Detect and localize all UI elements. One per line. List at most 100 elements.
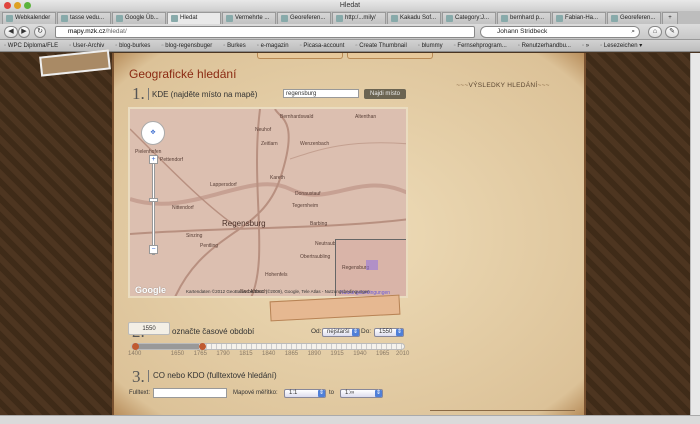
zoom-slider[interactable] [152, 155, 155, 255]
overview-viewport[interactable] [366, 260, 378, 270]
slider-tick-label: 1840 [262, 351, 276, 357]
home-button[interactable]: ⌂ [648, 26, 662, 38]
bookmark-item[interactable]: blog-regensbuger [161, 40, 212, 51]
map-town-label: Barbing [310, 221, 328, 227]
year-bubble: 1550 [128, 322, 170, 335]
slider-tick-label: 1915 [330, 351, 344, 357]
slider-tick-label: 2010 [396, 351, 410, 357]
map-town-label: Altenthan [355, 114, 377, 120]
divider [148, 370, 149, 382]
fulltext-input[interactable] [153, 388, 227, 398]
bookmark-item[interactable]: e-magazin [257, 40, 289, 51]
map-town-label: Obertraubling [300, 254, 331, 260]
bookmark-item[interactable]: Lesezeichen ▾ [600, 40, 642, 51]
url-bar[interactable]: mapy.mzk.cz/hledat/ [55, 26, 475, 38]
zoom-in-button[interactable]: + [149, 155, 158, 164]
slider-tick-label: 1650 [170, 351, 185, 357]
forward-button[interactable]: ▶ [18, 26, 30, 38]
results-title: VÝSLEDKY HLEDÁNÍ [428, 82, 578, 89]
tab[interactable]: Vermehrte ... [222, 12, 276, 24]
slider-tick-label: 1865 [284, 351, 299, 357]
tab[interactable]: tasse vedu... [57, 12, 111, 24]
tab[interactable]: Hledat [167, 12, 221, 24]
map-town-label: Bernhardswald [280, 114, 314, 120]
slider-tick-label: 1400 [128, 351, 142, 357]
top-nav-tab[interactable] [347, 53, 433, 59]
bookmark-item[interactable]: Picasa-account [300, 40, 344, 51]
map-town-label: Donaustauf [295, 191, 321, 197]
tab[interactable]: bernhard p... [497, 12, 551, 24]
tab[interactable]: Fabian-Ha... [552, 12, 606, 24]
slider-tick-label: 1790 [216, 351, 230, 357]
window-title: Hledat [339, 2, 361, 9]
map-town-label: Hohenfels [265, 272, 288, 278]
map-town-label: Kareth [270, 175, 285, 181]
zoom-out-button[interactable]: − [149, 245, 158, 254]
slider-tick-label: 1890 [307, 351, 321, 357]
time-range-slider[interactable] [131, 343, 405, 350]
scale-from-select[interactable]: 1:1 [284, 389, 326, 398]
to-label: to [329, 390, 335, 396]
slider-tick-label: 1765 [193, 351, 207, 357]
nav-toolbar: ◀ ▶ ↻ mapy.mzk.cz/hledat/ Johann Stridbe… [0, 24, 700, 40]
back-button[interactable]: ◀ [4, 26, 18, 38]
zoom-slider-handle[interactable] [149, 198, 158, 202]
map-town-label: Neuhof [255, 127, 272, 133]
search-icon: ⌕ [631, 28, 635, 35]
map-town-label: Pielenhofen [135, 149, 162, 155]
search-field[interactable]: Johann Stridbeck ⌕ [480, 26, 640, 38]
zoom-window-button[interactable] [24, 2, 31, 9]
bookmark-item[interactable]: Burkes [223, 40, 246, 51]
od-select[interactable]: nejstarší [322, 328, 360, 337]
tab[interactable]: Georeferen... [277, 12, 331, 24]
reload-button[interactable]: ↻ [34, 26, 46, 38]
tab[interactable]: Webkalender [2, 12, 56, 24]
step1-label: KDE (najděte místo na mapě) [152, 90, 258, 99]
extension-button[interactable]: ✎ [665, 26, 679, 38]
tab[interactable]: Google Üb... [112, 12, 166, 24]
step2-label: označte časové období [172, 327, 255, 336]
map-town-label: Wenzenbach [300, 141, 330, 147]
find-place-button[interactable]: Najdi místo [364, 89, 406, 99]
slider-tick-label: 1940 [353, 351, 367, 357]
step-number: 1. [132, 84, 145, 103]
google-logo: Google [135, 285, 166, 295]
map[interactable]: ✥ + − Bernhardswald Altenthan Neuhof Zeitla… [128, 107, 408, 298]
close-window-button[interactable] [4, 2, 11, 9]
minimize-window-button[interactable] [14, 2, 21, 9]
horizontal-scrollbar[interactable] [0, 415, 700, 424]
bookmark-item[interactable]: blummy [418, 40, 443, 51]
map-town-label: Zeitlarn [261, 141, 278, 147]
divider [430, 410, 575, 411]
map-town-label: Tegernheim [292, 203, 319, 209]
map-town-label: Nittendorf [172, 205, 194, 211]
window-title-bar: Hledat [0, 0, 700, 11]
od-label: Od: [311, 328, 322, 335]
tab[interactable]: http:/...mily/ [332, 12, 386, 24]
bookmark-item[interactable]: Fernsehprogram... [454, 40, 506, 51]
range-end-handle[interactable] [198, 343, 206, 350]
map-town-label: Regensburg [222, 219, 266, 228]
bookmark-item[interactable]: » [582, 40, 589, 51]
pan-control[interactable]: ✥ [141, 121, 165, 145]
do-label: Do: [361, 328, 372, 335]
results-title-text: VÝSLEDKY HLEDÁNÍ [468, 82, 538, 89]
tab[interactable]: Kakadu Sof... [387, 12, 441, 24]
slider-tick-label: 1815 [239, 351, 253, 357]
new-tab-button[interactable]: + [662, 12, 678, 24]
map-town-label: Lappersdorf [210, 182, 237, 188]
scale-to-select[interactable]: 1:∞ [340, 389, 383, 398]
url-host: mapy.mzk.cz [68, 28, 106, 35]
bookmark-item[interactable]: Create Thumbnail [355, 40, 407, 51]
divider [148, 88, 149, 100]
bookmark-item[interactable]: WPC Diploma/FLE [4, 40, 58, 51]
top-nav-tab[interactable] [257, 53, 343, 59]
tab[interactable]: Category:J... [442, 12, 496, 24]
do-select[interactable]: 1550 [374, 328, 404, 337]
tab[interactable]: Georeferen... [607, 12, 661, 24]
location-input[interactable]: regensburg [283, 89, 359, 98]
range-start-handle[interactable] [132, 343, 139, 350]
bookmark-item[interactable]: blog-burkes [115, 40, 150, 51]
vertical-scrollbar[interactable] [690, 53, 700, 415]
bookmark-item[interactable]: Renutzerhandbu... [518, 40, 571, 51]
